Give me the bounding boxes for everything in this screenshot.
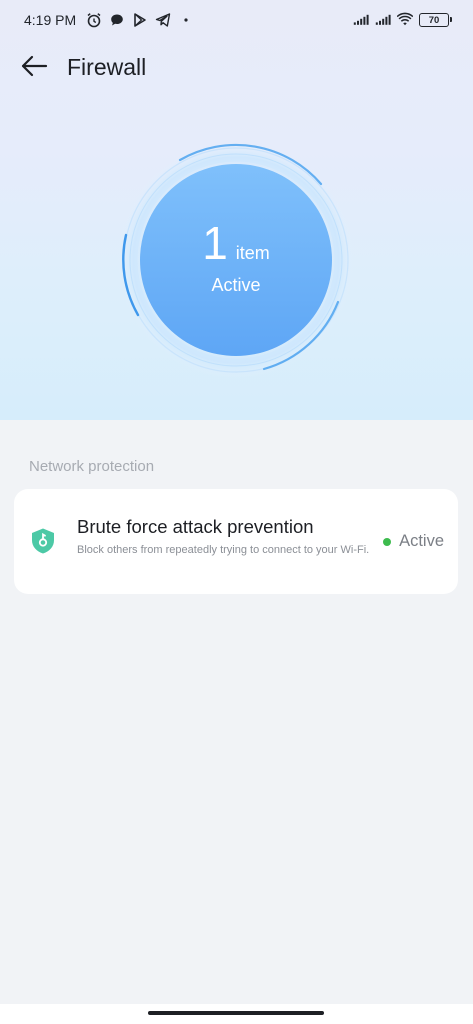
status-time: 4:19 PM: [24, 12, 77, 28]
section-label-network-protection: Network protection: [29, 458, 155, 475]
status-bar-left: 4:19 PM: [24, 12, 194, 28]
item-status-label: Active: [399, 532, 444, 550]
signal-icon: [375, 12, 391, 28]
wifi-icon: [397, 12, 413, 28]
status-dot-icon: [383, 537, 392, 546]
page-title: Firewall: [67, 54, 147, 80]
gauge-text: 1 item Active: [116, 140, 356, 380]
active-item-count: 1: [202, 216, 228, 269]
item-description: Block others from repeatedly trying to c…: [77, 544, 370, 556]
shield-key-icon: [30, 527, 56, 555]
chat-bubble-icon: [109, 12, 125, 28]
active-item-unit: item: [235, 242, 270, 263]
gauge-count-row: 1 item: [202, 217, 270, 269]
dot-icon: [178, 12, 194, 28]
signal-icon: [353, 12, 369, 28]
item-title: Brute force attack prevention: [77, 516, 314, 537]
status-bar: 4:19 PM 70: [0, 0, 473, 40]
gauge-status-label: Active: [211, 274, 261, 295]
battery-indicator: 70: [419, 13, 452, 27]
status-bar-right: 70: [353, 12, 452, 28]
home-indicator[interactable]: [148, 1011, 324, 1015]
protection-summary-gauge: 1 item Active: [116, 140, 356, 380]
telegram-icon: [155, 12, 171, 28]
alarm-icon: [86, 12, 102, 28]
arrow-left-icon: [20, 54, 48, 83]
app-bar: Firewall: [0, 44, 473, 92]
play-store-icon: [132, 12, 148, 28]
back-button[interactable]: [18, 52, 50, 84]
list-item-brute-force-prevention[interactable]: Brute force attack prevention Block othe…: [14, 489, 458, 594]
status-badge: Active: [383, 532, 444, 551]
